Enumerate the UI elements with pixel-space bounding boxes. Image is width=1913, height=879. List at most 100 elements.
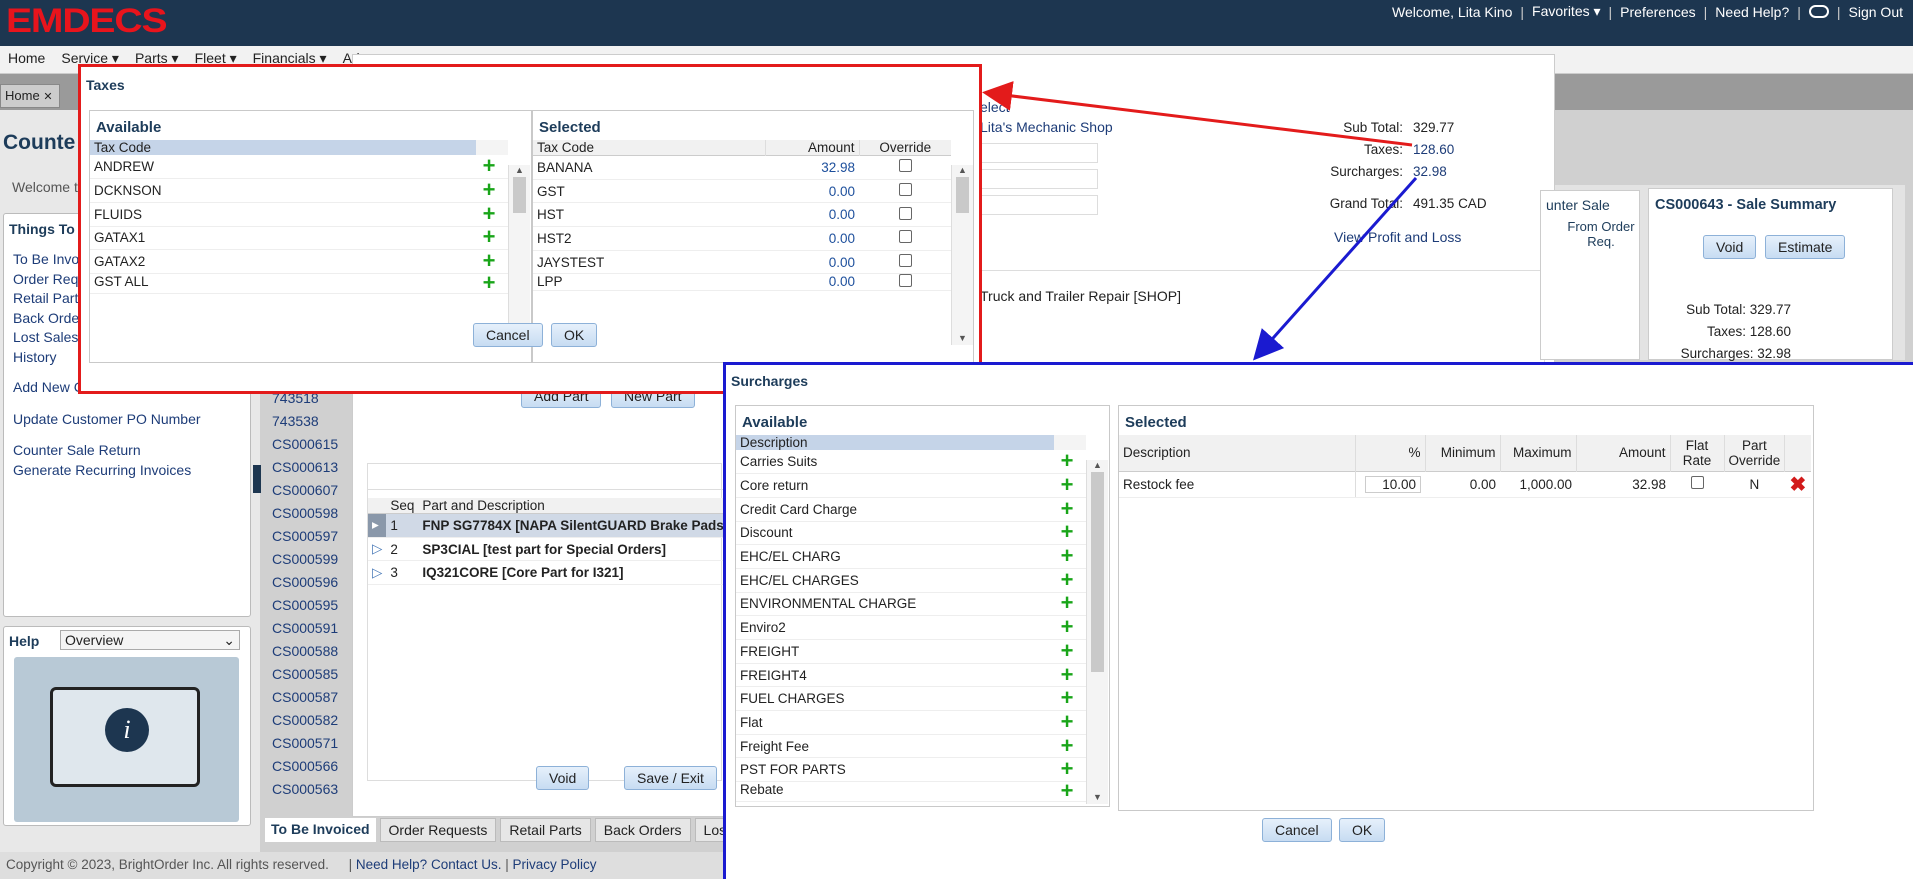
add-icon[interactable]: + — [1058, 711, 1076, 733]
table-row[interactable]: GST 0.00 — [533, 179, 951, 204]
list-item[interactable]: Core return + — [736, 473, 1086, 498]
col-percent[interactable]: % — [1355, 435, 1426, 471]
col-description[interactable]: Description — [736, 435, 1054, 450]
list-item[interactable]: EHC/EL CHARG + — [736, 544, 1086, 569]
list-item[interactable]: FREIGHT + — [736, 639, 1086, 664]
scroll-down-icon[interactable]: ▼ — [1087, 792, 1108, 802]
col-flat-rate[interactable]: Flat Rate — [1670, 435, 1725, 471]
list-item[interactable]: FUEL CHARGES + — [736, 686, 1086, 712]
col-description[interactable]: Description — [1119, 435, 1356, 471]
override-checkbox[interactable] — [898, 183, 912, 197]
add-icon[interactable]: + — [480, 250, 498, 272]
list-item[interactable]: GATAX1 + — [90, 226, 508, 251]
taxes-dialog-title: Taxes — [86, 77, 125, 93]
col-override[interactable]: Override — [859, 140, 951, 156]
add-icon[interactable]: + — [1058, 450, 1076, 472]
tax-amount[interactable]: 0.00 — [765, 226, 859, 251]
add-icon[interactable]: + — [480, 155, 498, 177]
tax-amount[interactable]: 0.00 — [765, 202, 859, 228]
list-item[interactable]: Carries Suits + — [736, 450, 1086, 475]
scroll-down-icon[interactable]: ▼ — [952, 333, 973, 343]
list-item[interactable]: FREIGHT4 + — [736, 663, 1086, 688]
add-icon[interactable]: + — [1058, 592, 1076, 614]
list-item[interactable]: PST FOR PARTS + — [736, 757, 1086, 783]
add-icon[interactable]: + — [1058, 545, 1076, 567]
taxes-arrow — [982, 81, 1413, 147]
scrollbar[interactable]: ▲ ▼ — [1086, 460, 1108, 804]
add-icon[interactable]: + — [480, 202, 498, 224]
list-item[interactable]: Credit Card Charge + — [736, 497, 1086, 522]
scroll-thumb[interactable] — [1091, 472, 1104, 672]
surcharges-cancel-button[interactable]: Cancel — [1262, 818, 1332, 842]
tax-code: JAYSTEST — [533, 250, 765, 275]
add-icon[interactable]: + — [480, 273, 498, 292]
add-icon[interactable]: + — [1058, 663, 1076, 685]
add-icon[interactable]: + — [1058, 640, 1076, 662]
scrollbar[interactable]: ▲ ▼ — [508, 165, 530, 345]
col-amount[interactable]: Amount — [765, 140, 860, 156]
tax-amount[interactable]: 0.00 — [765, 273, 859, 292]
add-icon[interactable]: + — [1058, 734, 1076, 756]
override-checkbox[interactable] — [898, 230, 912, 244]
list-item[interactable]: EHC/EL CHARGES + — [736, 568, 1086, 593]
list-item[interactable]: Discount + — [736, 521, 1086, 546]
surcharge-name: ENVIRONMENTAL CHARGE — [736, 592, 1054, 617]
table-row[interactable]: Restock fee 10.00 0.00 1,000.00 32.98 N … — [1119, 471, 1811, 498]
tax-amount[interactable]: 0.00 — [765, 250, 859, 275]
scroll-thumb[interactable] — [513, 177, 526, 213]
add-icon[interactable]: + — [480, 226, 498, 248]
surcharges-ok-button[interactable]: OK — [1339, 818, 1386, 842]
scroll-up-icon[interactable]: ▲ — [509, 165, 530, 175]
table-row[interactable]: BANANA 32.98 — [533, 155, 951, 180]
taxes-ok-button[interactable]: OK — [551, 323, 598, 347]
scroll-up-icon[interactable]: ▲ — [952, 165, 973, 175]
table-row[interactable]: JAYSTEST 0.00 — [533, 250, 951, 275]
list-item[interactable]: ANDREW + — [90, 155, 508, 180]
table-row[interactable]: LPP 0.00 — [533, 273, 951, 292]
col-minimum[interactable]: Minimum — [1425, 435, 1501, 471]
add-icon[interactable]: + — [1058, 568, 1076, 590]
flat-rate-checkbox[interactable] — [1690, 476, 1704, 489]
surcharges-dialog-title: Surcharges — [731, 373, 809, 389]
surcharge-name: EHC/EL CHARG — [736, 544, 1054, 569]
add-icon[interactable]: + — [1058, 497, 1076, 519]
list-item[interactable]: Freight Fee + — [736, 734, 1086, 759]
add-icon[interactable]: + — [1058, 474, 1076, 496]
list-item[interactable]: Enviro2 + — [736, 615, 1086, 640]
list-item[interactable]: DCKNSON + — [90, 178, 508, 203]
col-amount[interactable]: Amount — [1576, 435, 1671, 471]
add-icon[interactable]: + — [1058, 687, 1076, 709]
col-tax-code[interactable]: Tax Code — [90, 140, 476, 155]
delete-icon[interactable]: ✖ — [1790, 474, 1807, 496]
col-tax-code[interactable]: Tax Code — [533, 140, 766, 156]
list-item[interactable]: Flat + — [736, 710, 1086, 735]
scrollbar[interactable]: ▲ ▼ — [951, 165, 973, 345]
override-checkbox[interactable] — [898, 274, 912, 288]
table-row[interactable]: HST2 0.00 — [533, 226, 951, 251]
percent-input[interactable]: 10.00 — [1365, 475, 1421, 493]
add-icon[interactable]: + — [1058, 616, 1076, 638]
col-part-override[interactable]: Part Override — [1724, 435, 1786, 471]
surcharge-name: PST FOR PARTS — [736, 757, 1054, 783]
scroll-up-icon[interactable]: ▲ — [1087, 460, 1108, 470]
add-icon[interactable]: + — [1058, 521, 1076, 543]
tax-code: LPP — [533, 273, 765, 292]
override-checkbox[interactable] — [898, 254, 912, 268]
add-icon[interactable]: + — [1058, 758, 1076, 780]
tax-amount[interactable]: 32.98 — [765, 155, 859, 180]
scroll-thumb[interactable] — [956, 177, 969, 213]
list-item[interactable]: Rebate + — [736, 781, 1086, 803]
list-item[interactable]: GST ALL + — [90, 273, 508, 294]
add-icon[interactable]: + — [480, 179, 498, 201]
table-row[interactable]: HST 0.00 — [533, 202, 951, 228]
override-checkbox[interactable] — [898, 206, 912, 220]
list-item[interactable]: ENVIRONMENTAL CHARGE + — [736, 592, 1086, 617]
list-item[interactable]: FLUIDS + — [90, 202, 508, 227]
taxes-cancel-button[interactable]: Cancel — [473, 323, 543, 347]
tax-amount[interactable]: 0.00 — [765, 179, 859, 204]
surcharges-dialog: Surcharges Available Description Carries… — [723, 362, 1913, 879]
list-item[interactable]: GATAX2 + — [90, 249, 508, 274]
override-checkbox[interactable] — [898, 159, 912, 173]
add-icon[interactable]: + — [1058, 782, 1076, 801]
col-maximum[interactable]: Maximum — [1500, 435, 1577, 471]
